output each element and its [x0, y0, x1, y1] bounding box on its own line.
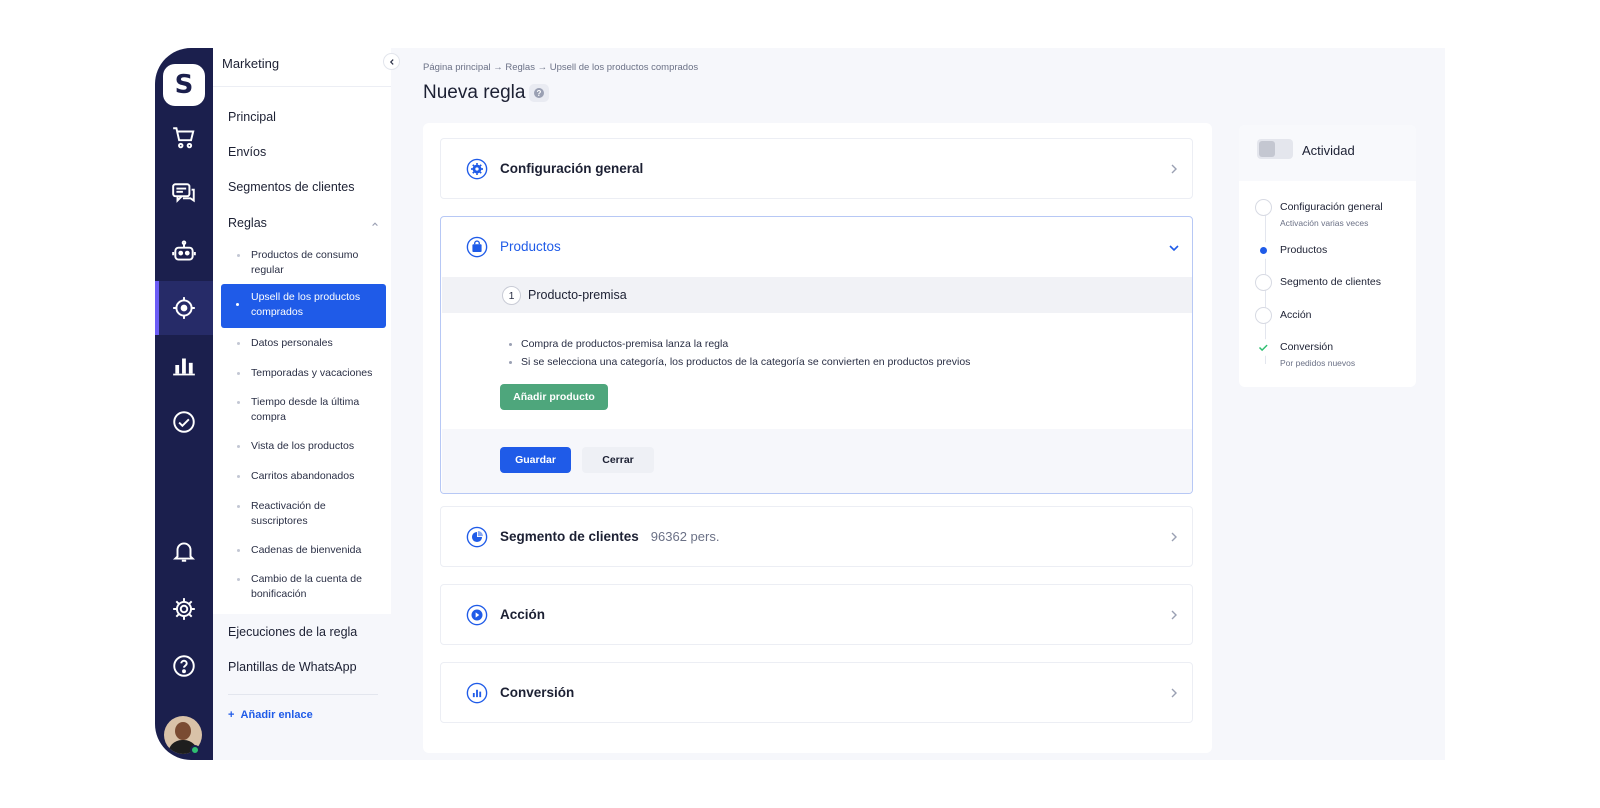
section-actions: Guardar Cerrar [442, 429, 1192, 493]
add-link-button[interactable]: + Añadir enlace [228, 709, 313, 721]
check-circle-icon[interactable] [155, 395, 213, 449]
cart-icon[interactable] [155, 111, 213, 165]
activity-label: Actividad [1302, 143, 1355, 158]
nav-subitem-datos-personales[interactable]: Datos personales [237, 336, 381, 351]
shopping-bag-icon [466, 236, 488, 258]
nav-item-envios[interactable]: Envíos [228, 145, 266, 159]
section-title: Configuración general [500, 161, 644, 176]
step-label: Acción [1280, 309, 1312, 321]
step-done-dot [1255, 339, 1272, 356]
question-icon[interactable] [155, 639, 213, 693]
breadcrumb[interactable]: Página principal → Reglas → Upsell de lo… [423, 62, 698, 73]
section-title: Conversión [500, 685, 575, 700]
nav-item-reglas[interactable]: Reglas [228, 216, 267, 230]
nav-item-segmentos[interactable]: Segmentos de clientes [228, 180, 354, 194]
nav-divider [213, 86, 391, 87]
activity-toggle[interactable] [1257, 139, 1293, 159]
toggle-knob [1259, 141, 1275, 157]
bell-icon[interactable] [155, 524, 213, 578]
save-button[interactable]: Guardar [500, 447, 571, 473]
chevron-right-icon [1171, 164, 1177, 174]
logo-icon[interactable]: S [163, 64, 205, 106]
section-title: Segmento de clientes 96362 pers. [500, 529, 719, 544]
nav-subitem-carritos[interactable]: Carritos abandonados [237, 469, 381, 484]
status-header: Actividad [1239, 125, 1416, 181]
step-label: Conversión [1280, 341, 1334, 353]
premise-number: 1 [502, 286, 521, 305]
nav-subitem-consumo-regular[interactable]: Productos de consumo regular [237, 248, 381, 278]
step-label: Segmento de clientes [1280, 276, 1381, 288]
chevron-right-icon [1171, 610, 1177, 620]
bar-chart-icon [466, 682, 488, 704]
add-link-label: Añadir enlace [240, 709, 313, 721]
nav-divider [228, 694, 378, 695]
step-label: Configuración general [1280, 201, 1383, 213]
step-empty-dot [1255, 199, 1272, 216]
chevron-up-icon[interactable] [371, 220, 379, 228]
bar-chart-icon[interactable] [155, 338, 213, 392]
play-circle-icon [466, 604, 488, 626]
nav-section-title: Marketing [222, 56, 280, 71]
nav-item-principal[interactable]: Principal [228, 110, 276, 124]
section-products: Productos 1 Producto-premisa Compra de p… [440, 216, 1193, 494]
plus-icon: + [228, 709, 241, 721]
check-icon [1258, 344, 1268, 352]
section-general[interactable]: Configuración general [440, 138, 1193, 199]
target-icon[interactable] [155, 281, 213, 335]
section-conversion[interactable]: Conversión [440, 662, 1193, 723]
section-segment[interactable]: Segmento de clientes 96362 pers. [440, 506, 1193, 567]
gear-circle-icon [466, 158, 488, 180]
section-title: Acción [500, 607, 546, 622]
gear-icon[interactable] [155, 582, 213, 636]
rule-status-panel: Actividad Configuración general Activaci… [1239, 125, 1416, 387]
nav-subitem-reactivacion[interactable]: Reactivación de suscriptores [237, 499, 381, 529]
section-title[interactable]: Productos [500, 239, 561, 254]
nav-subitem-vista-productos[interactable]: Vista de los productos [237, 439, 381, 454]
rule-editor-card: Configuración general Productos 1 Produc… [423, 123, 1212, 753]
app-window: S Marketing Principal Envíos Segmentos d… [155, 48, 1445, 760]
step-label: Productos [1280, 244, 1328, 256]
premise-title: Producto-premisa [528, 288, 627, 302]
nav-subitem-temporadas[interactable]: Temporadas y vacaciones [237, 366, 381, 381]
section-title-text: Segmento de clientes [500, 529, 639, 544]
list-item: Si se selecciona una categoría, los prod… [503, 353, 970, 371]
help-button[interactable]: ? [529, 84, 549, 102]
nav-subitem-bienvenida[interactable]: Cadenas de bienvenida [237, 543, 381, 558]
add-product-button[interactable]: Añadir producto [500, 384, 608, 410]
help-icon: ? [534, 88, 544, 98]
nav-item-ejecuciones[interactable]: Ejecuciones de la regla [228, 625, 357, 639]
premise-header: 1 Producto-premisa [442, 277, 1192, 313]
step-empty-dot [1255, 307, 1272, 324]
online-status-dot [190, 745, 200, 755]
segment-count: 96362 pers. [650, 529, 720, 544]
chevron-right-icon [1171, 688, 1177, 698]
chat-icon[interactable] [155, 167, 213, 221]
nav-subitem-tiempo-ultima-compra[interactable]: Tiempo desde la última compra [237, 395, 381, 425]
step-sublabel: Activación varias veces [1280, 218, 1369, 228]
close-button[interactable]: Cerrar [582, 447, 654, 473]
section-action[interactable]: Acción [440, 584, 1193, 645]
nav-subitem-upsell[interactable]: Upsell de los productos comprados [221, 284, 386, 328]
chevron-left-icon [389, 58, 394, 65]
pie-chart-icon [466, 526, 488, 548]
robot-icon[interactable] [155, 225, 213, 279]
icon-rail: S [155, 48, 213, 760]
secondary-nav: Marketing Principal Envíos Segmentos de … [213, 48, 391, 760]
list-item: Compra de productos-premisa lanza la reg… [503, 335, 970, 353]
page-title: Nueva regla [423, 82, 526, 103]
nav-item-plantillas-whatsapp[interactable]: Plantillas de WhatsApp [228, 660, 357, 674]
step-sublabel: Por pedidos nuevos [1280, 358, 1356, 368]
step-current-dot [1255, 242, 1272, 259]
chevron-right-icon [1171, 532, 1177, 542]
chevron-down-icon[interactable] [1168, 242, 1180, 254]
premise-hints: Compra de productos-premisa lanza la reg… [503, 335, 970, 371]
step-empty-dot [1255, 274, 1272, 291]
collapse-sidebar-button[interactable] [383, 53, 400, 70]
nav-subitem-bonificacion[interactable]: Cambio de la cuenta de bonificación [237, 572, 381, 602]
